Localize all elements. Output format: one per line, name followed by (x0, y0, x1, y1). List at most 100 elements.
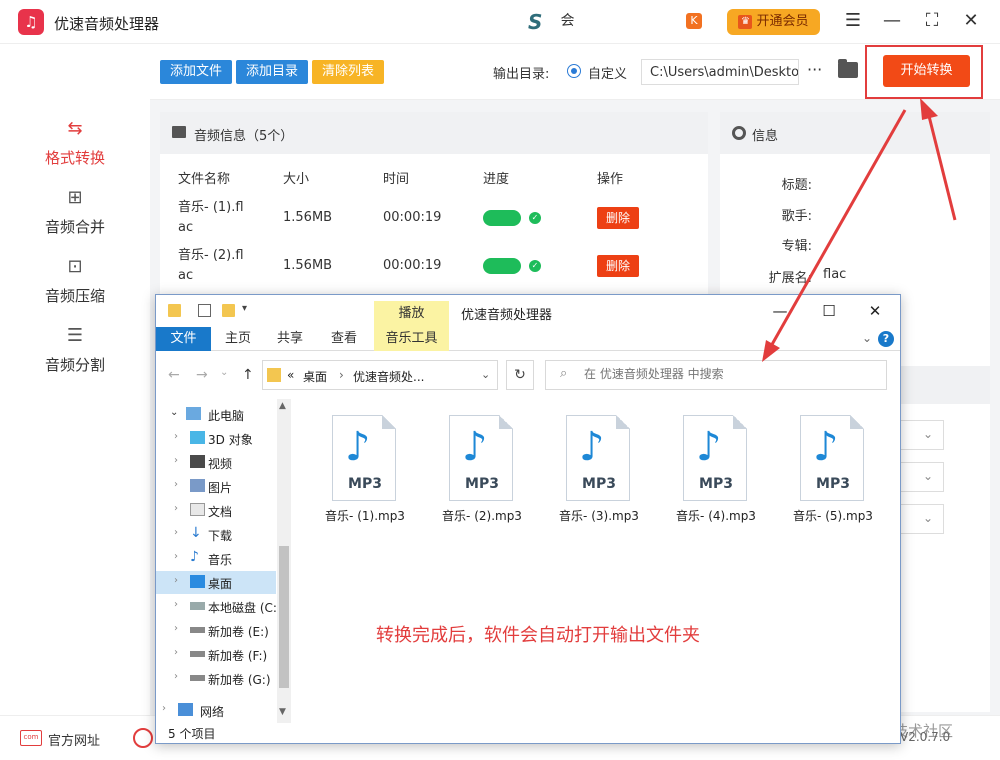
maximize-icon[interactable]: ☐ (819, 301, 839, 321)
tab-share[interactable]: 共享 (272, 327, 308, 351)
clear-list-button[interactable]: 清除列表 (312, 60, 384, 84)
file-item[interactable]: ♪ MP3 音乐- (4).mp3 (671, 409, 761, 529)
sidebar-item-audio-split[interactable]: ☰ 音频分割 (0, 324, 150, 375)
minimize-icon[interactable]: — (770, 301, 790, 321)
output-path-field[interactable] (641, 59, 799, 85)
format-select[interactable]: ⌄ (894, 420, 944, 450)
refresh-icon[interactable]: ↻ (506, 360, 534, 390)
breadcrumb-folder[interactable]: 优速音频处... (353, 368, 424, 385)
column-header-size: 大小 (283, 172, 310, 187)
video-icon (190, 455, 205, 468)
channel-select[interactable]: ⌄ (894, 504, 944, 534)
sidebar-item-audio-merge[interactable]: ⊞ 音频合并 (0, 186, 150, 237)
nav-item-3d-objects[interactable]: › 3D 对象 (156, 427, 276, 450)
explorer-window: ▾ 播放 优速音频处理器 — ☐ ✕ 文件 主页 共享 查看 音乐工具 ⌄ ? … (155, 294, 901, 744)
context-tab-play[interactable]: 播放 (374, 301, 449, 327)
breadcrumb-desktop[interactable]: 桌面 (303, 368, 327, 385)
recent-dropdown-icon[interactable]: ⌄ (220, 367, 228, 378)
chevron-right-icon[interactable]: › (174, 551, 178, 562)
chevron-right-icon[interactable]: › (174, 599, 178, 610)
tab-music-tools[interactable]: 音乐工具 (374, 327, 449, 351)
tab-file[interactable]: 文件 (156, 327, 211, 351)
help-icon[interactable]: ? (878, 331, 894, 347)
app-title: 优速音频处理器 (54, 15, 160, 33)
nav-item-drive-g[interactable]: › 新加卷 (G:) (156, 667, 276, 690)
merge-icon: ⊞ (67, 187, 83, 208)
search-input[interactable] (584, 367, 874, 381)
scroll-up-icon[interactable]: ▲ (279, 401, 286, 411)
mp3-file-icon: ♪ MP3 (449, 415, 513, 501)
start-convert-button[interactable]: 开始转换 (883, 55, 970, 87)
chevron-right-icon[interactable]: › (174, 431, 178, 442)
tab-view[interactable]: 查看 (326, 327, 362, 351)
custom-output-label[interactable]: 自定义 (588, 63, 627, 82)
sidebar-item-format-convert[interactable]: ⇆ 格式转换 (0, 117, 150, 168)
nav-item-pictures[interactable]: › 图片 (156, 475, 276, 498)
folder-icon[interactable] (838, 59, 858, 78)
chevron-right-icon[interactable]: › (174, 623, 178, 634)
support-icon[interactable] (133, 728, 153, 748)
nav-item-videos[interactable]: › 视频 (156, 451, 276, 474)
quality-select[interactable]: ⌄ (894, 462, 944, 492)
nav-item-drive-e[interactable]: › 新加卷 (E:) (156, 619, 276, 642)
delete-button[interactable]: 删除 (597, 207, 639, 229)
title-bar: ♫ 优速音频处理器 S 会 K ♛ 开通会员 ☰ — ⛶ ✕ (0, 0, 1000, 44)
scroll-thumb[interactable] (279, 546, 289, 688)
maximize-icon[interactable]: ⛶ (921, 10, 943, 32)
chevron-down-icon[interactable]: ⌄ (481, 368, 490, 381)
forward-icon[interactable]: → (196, 367, 208, 383)
scroll-down-icon[interactable]: ▼ (279, 707, 286, 717)
file-item[interactable]: ♪ MP3 音乐- (2).mp3 (437, 409, 527, 529)
custom-output-radio[interactable] (567, 64, 581, 78)
file-item[interactable]: ♪ MP3 音乐- (3).mp3 (554, 409, 644, 529)
search-icon: ⌕ (560, 366, 568, 381)
website-link[interactable]: 官方网址 (48, 730, 100, 749)
nav-item-downloads[interactable]: › ↓ 下载 (156, 523, 276, 546)
quick-access-dropdown-icon[interactable]: ▾ (242, 303, 247, 314)
delete-button[interactable]: 删除 (597, 255, 639, 277)
chevron-right-icon[interactable]: › (174, 647, 178, 658)
chevron-right-icon[interactable]: › (174, 503, 178, 514)
search-box[interactable]: ⌕ (545, 360, 887, 390)
chevron-right-icon[interactable]: › (174, 575, 178, 586)
close-icon[interactable]: ✕ (960, 10, 982, 32)
minimize-icon[interactable]: — (881, 10, 903, 32)
properties-icon[interactable] (198, 304, 211, 317)
new-folder-icon[interactable] (222, 304, 235, 317)
menu-icon[interactable]: ☰ (842, 10, 864, 32)
sidebar-item-audio-compress[interactable]: ⊡ 音频压缩 (0, 255, 150, 306)
more-icon[interactable]: ··· (807, 60, 822, 79)
nav-item-desktop[interactable]: › 桌面 (156, 571, 276, 594)
image-icon (172, 126, 186, 138)
file-item[interactable]: ♪ MP3 音乐- (1).mp3 (320, 409, 410, 529)
chevron-down-icon[interactable]: ⌄ (862, 331, 872, 345)
nav-item-drive-c[interactable]: › 本地磁盘 (C: (156, 595, 277, 618)
chevron-down-icon[interactable]: ⌄ (170, 407, 178, 418)
chevron-right-icon[interactable]: › (162, 703, 166, 714)
progress-bar (483, 210, 521, 226)
add-directory-button[interactable]: 添加目录 (236, 60, 308, 84)
file-size-cell: 1.56MB (283, 210, 333, 225)
close-icon[interactable]: ✕ (865, 301, 885, 321)
back-icon[interactable]: ← (168, 367, 180, 383)
nav-scrollbar[interactable]: ▲ ▼ (277, 399, 291, 723)
nav-item-music[interactable]: › ♪ 音乐 (156, 547, 276, 570)
version-label: V2.0.7.0 (900, 730, 951, 744)
user-info[interactable]: S 会 (528, 10, 574, 34)
file-item[interactable]: ♪ MP3 音乐- (5).mp3 (788, 409, 878, 529)
info-label-artist: 歌手: (781, 209, 812, 224)
chevron-right-icon[interactable]: › (174, 455, 178, 466)
nav-item-drive-f[interactable]: › 新加卷 (F:) (156, 643, 276, 666)
chevron-right-icon[interactable]: › (174, 527, 178, 538)
add-file-button[interactable]: 添加文件 (160, 60, 232, 84)
audio-info-panel: 音频信息（5个） 文件名称 大小 时间 进度 操作 音乐- (1).fl ac 1… (160, 112, 708, 312)
nav-item-network[interactable]: › 网络 (156, 699, 276, 722)
chevron-right-icon[interactable]: › (174, 671, 178, 682)
tab-home[interactable]: 主页 (220, 327, 256, 351)
chevron-right-icon[interactable]: › (174, 479, 178, 490)
address-bar[interactable]: « 桌面 › 优速音频处... ⌄ (262, 360, 498, 390)
nav-item-this-pc[interactable]: ⌄ 此电脑 (156, 403, 276, 426)
up-icon[interactable]: ↑ (242, 367, 254, 383)
nav-item-documents[interactable]: › 文档 (156, 499, 276, 522)
vip-button[interactable]: ♛ 开通会员 (727, 9, 820, 35)
